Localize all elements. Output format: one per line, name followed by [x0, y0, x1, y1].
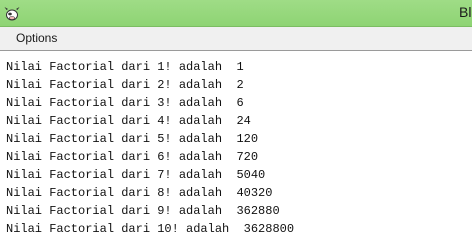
- output-line: Nilai Factorial dari 6! adalah 720: [6, 150, 259, 164]
- output-line: Nilai Factorial dari 5! adalah 120: [6, 132, 259, 146]
- output-line: Nilai Factorial dari 10! adalah 3628800: [6, 222, 295, 236]
- title-bar[interactable]: Bl: [0, 0, 472, 27]
- output-line: Nilai Factorial dari 2! adalah 2: [6, 78, 244, 92]
- output-line: Nilai Factorial dari 1! adalah 1: [6, 60, 244, 74]
- menu-options[interactable]: Options: [16, 31, 57, 45]
- output-line: Nilai Factorial dari 9! adalah 362880: [6, 204, 280, 218]
- output-line: Nilai Factorial dari 7! adalah 5040: [6, 168, 266, 182]
- console-output[interactable]: Nilai Factorial dari 1! adalah 1 Nilai F…: [0, 51, 472, 248]
- window-title: Bl: [459, 4, 472, 20]
- cow-icon: [3, 4, 21, 22]
- output-line: Nilai Factorial dari 4! adalah 24: [6, 114, 251, 128]
- output-line: Nilai Factorial dari 3! adalah 6: [6, 96, 244, 110]
- output-line: Nilai Factorial dari 8! adalah 40320: [6, 186, 273, 200]
- menu-bar: Options: [0, 27, 472, 51]
